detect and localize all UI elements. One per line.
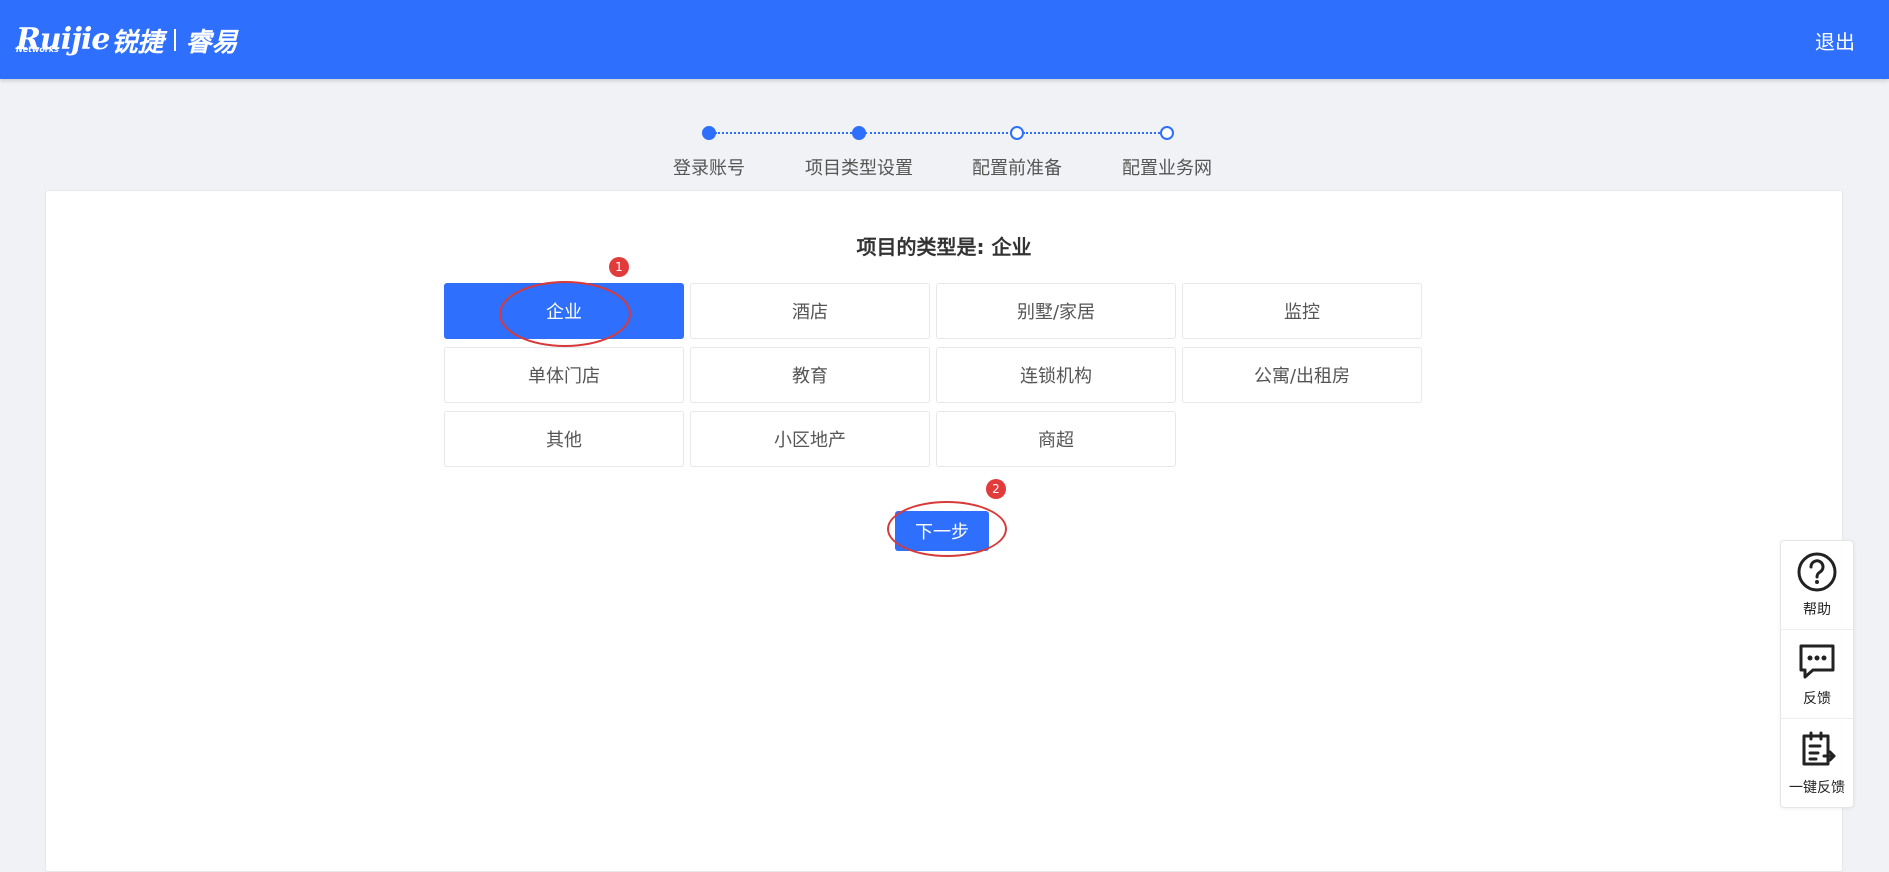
feedback-label: 反馈 — [1803, 691, 1831, 707]
logout-button[interactable]: 退出 — [1815, 26, 1855, 55]
next-step-button[interactable]: 下一步 — [895, 511, 989, 551]
option-residential-estate[interactable]: 小区地产 — [690, 411, 930, 467]
step-label-login: 登录账号 — [673, 158, 745, 179]
step-connector — [865, 132, 1008, 134]
feedback-tool[interactable]: 反馈 — [1781, 630, 1853, 719]
help-tool[interactable]: 帮助 — [1781, 541, 1853, 630]
logo-divider — [173, 29, 176, 51]
feedback-icon — [1799, 644, 1835, 679]
option-apartment-rental[interactable]: 公寓/出租房 — [1182, 347, 1422, 403]
project-type-title: 项目的类型是: 企业 — [856, 235, 1032, 259]
side-toolbar: 帮助 反馈 一键反馈 — [1780, 540, 1854, 808]
option-supermarket[interactable]: 商超 — [936, 411, 1176, 467]
option-single-store[interactable]: 单体门店 — [444, 347, 684, 403]
ruijie-logo: Ruijie Networks 锐捷 睿易 — [16, 22, 238, 58]
step-connector — [1023, 132, 1163, 134]
progress-steps: 登录账号 项目类型设置 配置前准备 配置业务网 — [0, 120, 1889, 180]
help-label: 帮助 — [1803, 602, 1831, 618]
step-dot-prepare — [1010, 126, 1024, 140]
step-dot-business-network — [1160, 126, 1174, 140]
project-type-options: 企业 酒店 别墅/家居 监控 单体门店 教育 连锁机构 公寓/出租房 其他 小区… — [444, 283, 1424, 467]
logo-networks: Networks — [16, 45, 59, 54]
option-chain[interactable]: 连锁机构 — [936, 347, 1176, 403]
logo-brand-cn: 锐捷 — [111, 27, 164, 58]
logo-brand: Ruijie Networks — [16, 25, 110, 55]
annotation-badge-2: 2 — [986, 479, 1006, 499]
step-connector — [715, 132, 855, 134]
option-villa-home[interactable]: 别墅/家居 — [936, 283, 1176, 339]
option-education[interactable]: 教育 — [690, 347, 930, 403]
top-header: Ruijie Networks 锐捷 睿易 退出 — [0, 0, 1889, 79]
step-label-prepare: 配置前准备 — [972, 158, 1062, 179]
annotation-badge-1: 1 — [609, 257, 629, 277]
step-dot-login — [702, 126, 716, 140]
one-click-feedback-label: 一键反馈 — [1789, 780, 1845, 796]
main-panel: 项目的类型是: 企业 企业 酒店 别墅/家居 监控 单体门店 教育 连锁机构 公… — [45, 190, 1843, 872]
one-click-feedback-icon — [1802, 731, 1836, 766]
step-label-business-network: 配置业务网 — [1122, 158, 1212, 179]
logo-product: 睿易 — [185, 27, 238, 58]
option-monitoring[interactable]: 监控 — [1182, 283, 1422, 339]
option-other[interactable]: 其他 — [444, 411, 684, 467]
step-dot-project-type — [852, 126, 866, 140]
step-label-project-type: 项目类型设置 — [805, 158, 913, 179]
option-enterprise[interactable]: 企业 — [444, 283, 684, 339]
help-icon — [1797, 552, 1837, 592]
one-click-feedback-tool[interactable]: 一键反馈 — [1781, 719, 1853, 807]
option-hotel[interactable]: 酒店 — [690, 283, 930, 339]
